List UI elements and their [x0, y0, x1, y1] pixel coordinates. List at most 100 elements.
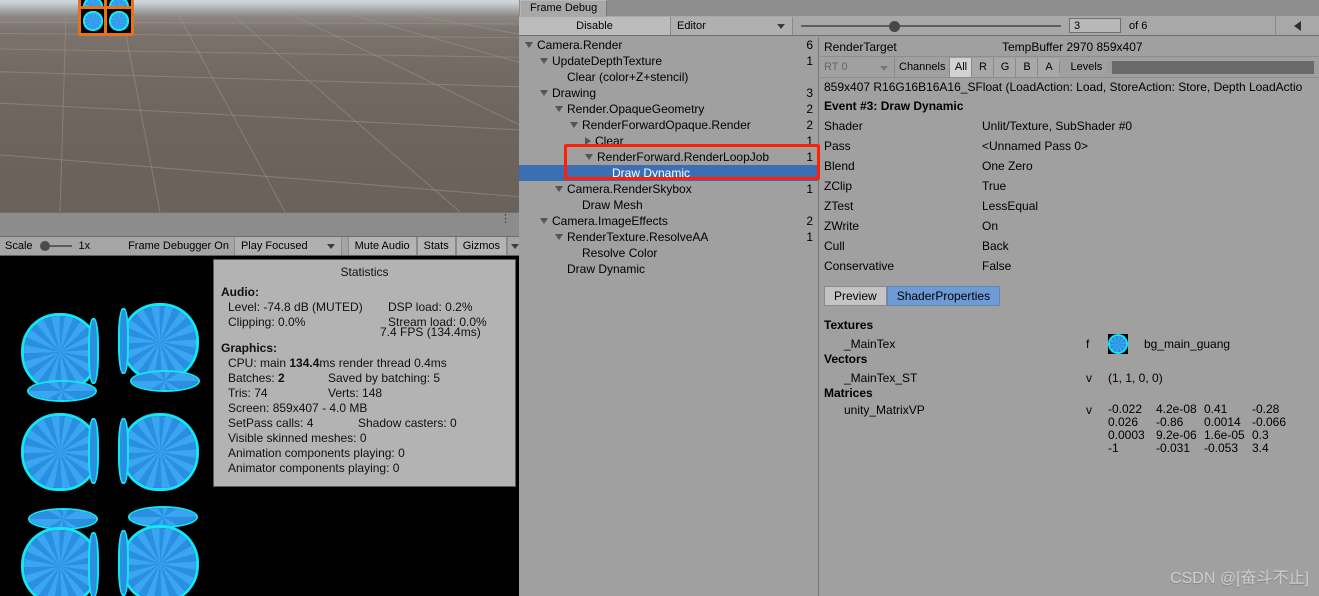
levels-slider[interactable]: [1107, 60, 1319, 74]
audio-section-header: Audio:: [221, 285, 259, 299]
event-slider[interactable]: [793, 17, 1069, 35]
chevron-down-icon[interactable]: [525, 42, 533, 48]
toolbar-divider: [507, 237, 509, 255]
event-property-value: LessEqual: [982, 199, 1039, 213]
frame-debugger-status[interactable]: Frame Debugger On: [123, 240, 234, 252]
play-mode-dropdown[interactable]: Play Focused: [233, 237, 342, 255]
tree-row-label: RenderForward.RenderLoopJob: [597, 150, 770, 164]
tree-row[interactable]: Resolve Color: [519, 245, 819, 261]
channel-button-r[interactable]: R: [971, 57, 994, 77]
event-property-key: Cull: [824, 239, 845, 253]
channel-button-g[interactable]: G: [993, 57, 1016, 77]
matrix-column: -0.28 -0.066 0.3 3.4: [1252, 403, 1300, 455]
tree-row-draw-count: 3: [806, 86, 813, 100]
tree-row[interactable]: Draw Mesh: [519, 197, 819, 213]
tree-row[interactable]: UpdateDepthTexture 1: [519, 53, 819, 69]
tree-row-draw-count: 2: [806, 118, 813, 132]
chevron-down-icon[interactable]: [540, 218, 548, 224]
target-dropdown-label: Editor: [677, 19, 706, 32]
tab-shader-properties[interactable]: ShaderProperties: [886, 286, 1001, 306]
detail-tabs[interactable]: Preview ShaderProperties: [824, 286, 1319, 306]
tree-row-draw-count: 2: [806, 214, 813, 228]
tree-row-draw-count: 2: [806, 102, 813, 116]
frame-event-tree[interactable]: Camera.Render 6 UpdateDepthTexture 1 Clear (…: [519, 37, 819, 596]
tree-row[interactable]: Draw Dynamic: [519, 165, 819, 181]
tree-row[interactable]: Render.OpaqueGeometry 2: [519, 101, 819, 117]
tree-row[interactable]: Camera.Render 6: [519, 37, 819, 53]
levels-slider-max-handle[interactable]: [1314, 60, 1319, 74]
tris: Tris: 74: [228, 386, 268, 400]
scale-slider[interactable]: [39, 241, 72, 251]
tree-row[interactable]: Camera.ImageEffects 2: [519, 213, 819, 229]
mute-audio-button[interactable]: Mute Audio: [347, 237, 417, 255]
overflow-menu-icon[interactable]: ⋮: [500, 214, 511, 225]
chevron-down-icon[interactable]: [555, 106, 563, 112]
event-property-key: ZTest: [824, 199, 854, 213]
channel-button-b[interactable]: B: [1015, 57, 1038, 77]
texture-thumbnail[interactable]: [1108, 333, 1128, 354]
game-sprite: [120, 508, 210, 596]
tab-frame-debug[interactable]: Frame Debug: [520, 0, 608, 16]
event-property-value: False: [982, 259, 1012, 273]
previous-event-button[interactable]: [1275, 16, 1319, 35]
event-slider-track[interactable]: [801, 24, 1061, 27]
scale-label: Scale: [5, 240, 33, 252]
rt-index-dropdown[interactable]: RT 0: [820, 57, 895, 77]
stats-button[interactable]: Stats: [416, 237, 456, 255]
event-property-row: Shader Unlit/Texture, SubShader #0: [820, 116, 1319, 136]
tree-row[interactable]: Draw Dynamic: [519, 261, 819, 277]
tree-row[interactable]: Drawing 3: [519, 85, 819, 101]
event-title: Event #3: Draw Dynamic: [824, 99, 964, 113]
gizmos-button[interactable]: Gizmos: [455, 237, 508, 255]
tree-row-label: RenderTexture.ResolveAA: [567, 230, 709, 244]
event-total-label: of 6: [1129, 19, 1148, 32]
channel-button-all[interactable]: All: [949, 57, 972, 77]
chevron-down-icon[interactable]: [540, 90, 548, 96]
chevron-right-icon[interactable]: [585, 137, 591, 145]
event-slider-knob[interactable]: [889, 20, 900, 32]
tree-row[interactable]: RenderTexture.ResolveAA 1: [519, 229, 819, 245]
panel-divider[interactable]: [818, 37, 819, 596]
event-property-row: ZClip True: [820, 176, 1319, 196]
tree-row[interactable]: RenderForwardOpaque.Render 2: [519, 117, 819, 133]
levels-slider-min-handle[interactable]: [1107, 60, 1113, 74]
game-view-toolbar[interactable]: Scale 1x Frame Debugger On Play Focused …: [0, 236, 520, 256]
glow-edge-icon: [90, 320, 97, 382]
tree-row[interactable]: Clear (color+Z+stencil): [519, 69, 819, 85]
channel-button-a[interactable]: A: [1037, 57, 1060, 77]
target-dropdown[interactable]: Editor: [671, 16, 793, 35]
scene-selected-sprite[interactable]: [104, 6, 134, 36]
fps-readout: 7.4 FPS (134.4ms): [380, 325, 481, 339]
event-property-key: Pass: [824, 139, 851, 153]
event-property-value: Back: [982, 239, 1009, 253]
tree-row-draw-count: 6: [806, 38, 813, 52]
event-property-value: <Unnamed Pass 0>: [982, 139, 1089, 153]
matrix-property-row: unity_MatrixVP v -0.022 0.026 0.0003 -1 4.2e…: [820, 403, 1319, 455]
matrix-cell: -0.053: [1204, 441, 1239, 455]
tree-row[interactable]: Camera.RenderSkybox 1: [519, 181, 819, 197]
tree-row[interactable]: Clear 1: [519, 133, 819, 149]
event-property-value: One Zero: [982, 159, 1033, 173]
gizmos-chevron-down-icon[interactable]: [511, 243, 520, 249]
event-property-key: Conservative: [824, 259, 895, 273]
chevron-down-icon[interactable]: [570, 122, 578, 128]
chevron-down-icon[interactable]: [555, 234, 563, 240]
matrix-values: -0.022 0.026 0.0003 -1 4.2e-08 -0.86 9.2e-06 -0…: [1108, 403, 1300, 455]
tree-row[interactable]: RenderForward.RenderLoopJob 1: [519, 149, 819, 165]
graphics-section-header: Graphics:: [221, 341, 278, 355]
tree-row-label: Draw Dynamic: [567, 262, 646, 276]
scale-slider-track[interactable]: [49, 245, 72, 247]
glow-blade-icon: [30, 510, 96, 528]
chevron-down-icon[interactable]: [585, 154, 593, 160]
glow-texture-icon: [1110, 335, 1126, 352]
tab-preview[interactable]: Preview: [824, 286, 887, 306]
event-property-key: ZClip: [824, 179, 853, 193]
disable-button[interactable]: Disable: [519, 16, 671, 35]
chevron-down-icon[interactable]: [540, 58, 548, 64]
scene-view[interactable]: [0, 0, 519, 212]
event-index-input[interactable]: 3: [1069, 18, 1121, 33]
chevron-down-icon[interactable]: [555, 186, 563, 192]
statistics-title: Statistics: [340, 265, 389, 279]
tree-row-label: Clear: [595, 134, 624, 148]
scale-slider-knob[interactable]: [39, 241, 50, 251]
